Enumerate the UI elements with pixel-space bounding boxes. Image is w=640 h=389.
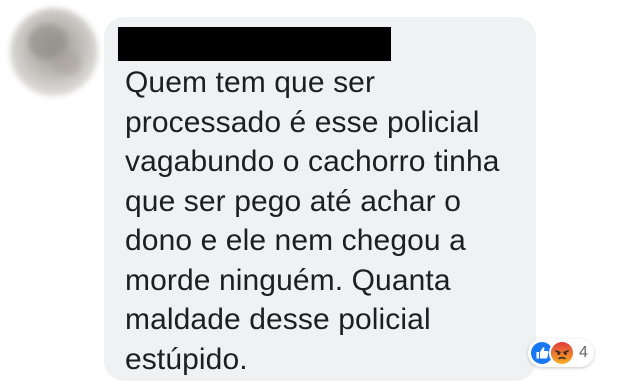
avatar-blur-shape xyxy=(52,50,82,76)
comment-screenshot: Quem tem que ser processado é esse polic… xyxy=(0,0,640,389)
commenter-avatar[interactable] xyxy=(10,8,98,96)
comment-line: que ser pego até achar o xyxy=(125,184,461,218)
comment-line: morde ninguém. Quanta xyxy=(125,263,451,297)
angry-icon xyxy=(549,340,575,366)
reaction-count[interactable]: 4 xyxy=(579,344,588,362)
comment-line: maldade desse policial xyxy=(125,303,431,336)
reactions-summary[interactable]: 4 xyxy=(528,339,594,367)
comment-text: Quem tem que ser processado é esse polic… xyxy=(125,63,525,379)
comment-line: Quem tem que ser xyxy=(125,66,376,99)
comment-line: dono e ele nem chegou a xyxy=(125,224,466,257)
comment-line: vagabundo o cachorro tinha xyxy=(125,145,500,178)
comment-line: processado é esse policial xyxy=(125,105,480,139)
comment-line: estúpido. xyxy=(125,342,248,376)
redacted-author-name xyxy=(118,27,391,61)
